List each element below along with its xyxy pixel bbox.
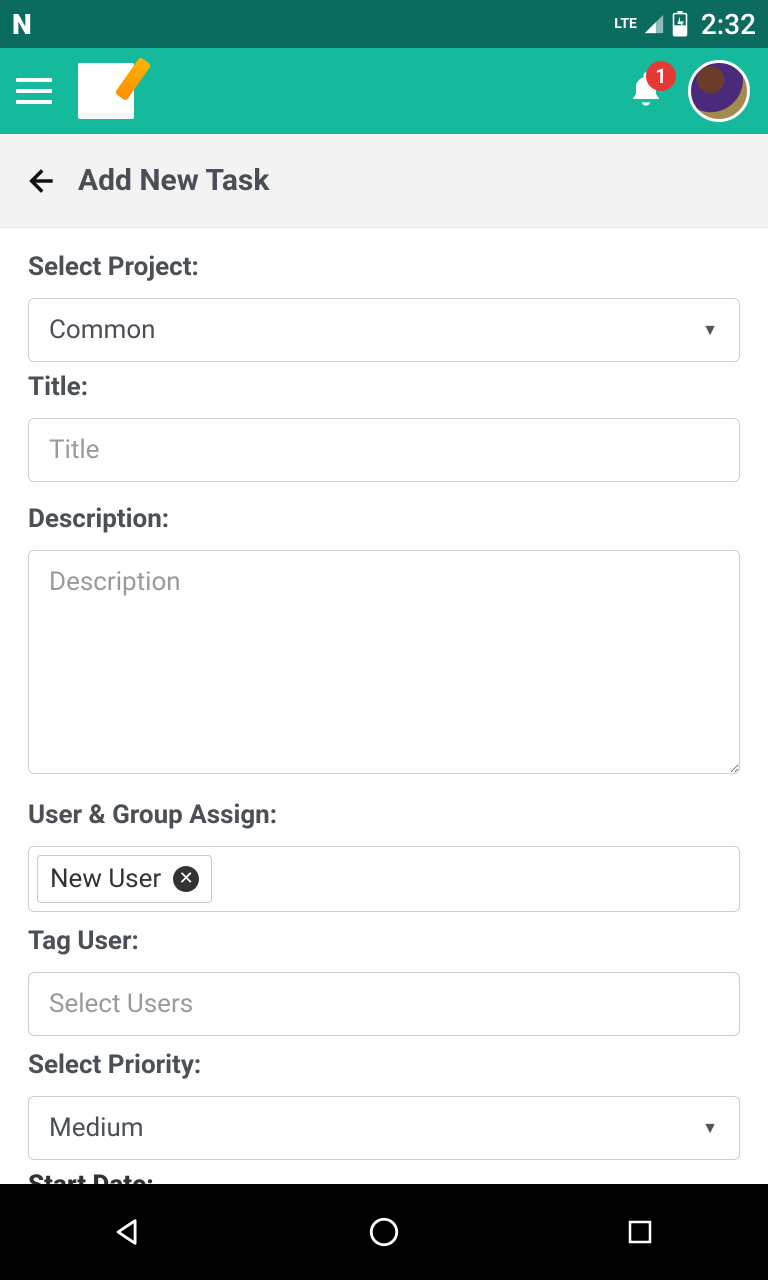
- start-date-label: Start Date:: [28, 1170, 740, 1184]
- assign-chipbox[interactable]: New User ✕: [28, 846, 740, 912]
- assign-chip[interactable]: New User ✕: [37, 855, 212, 903]
- priority-label: Select Priority:: [28, 1050, 740, 1080]
- page-header: Add New Task: [0, 134, 768, 228]
- nav-recent-button[interactable]: [580, 1202, 700, 1262]
- square-recent-icon: [625, 1217, 655, 1247]
- android-nav-bar: [0, 1184, 768, 1280]
- priority-select[interactable]: Medium: [28, 1096, 740, 1160]
- notifications-button[interactable]: 1: [626, 67, 666, 115]
- nav-back-button[interactable]: [68, 1202, 188, 1262]
- notification-badge: 1: [646, 61, 676, 91]
- project-label: Select Project:: [28, 252, 740, 282]
- description-textarea[interactable]: [28, 550, 740, 774]
- signal-icon: [643, 13, 665, 35]
- avatar[interactable]: [688, 60, 750, 122]
- assign-label: User & Group Assign:: [28, 800, 740, 830]
- assign-chip-label: New User: [50, 864, 161, 894]
- circle-home-icon: [367, 1215, 401, 1249]
- page-title: Add New Task: [78, 163, 269, 198]
- app-logo-icon[interactable]: [78, 63, 134, 119]
- network-lte-label: LTE: [614, 17, 637, 31]
- remove-chip-icon[interactable]: ✕: [173, 866, 199, 892]
- title-label: Title:: [28, 372, 740, 402]
- triangle-back-icon: [111, 1215, 145, 1249]
- tag-user-select[interactable]: Select Users: [28, 972, 740, 1036]
- nav-home-button[interactable]: [324, 1202, 444, 1262]
- description-label: Description:: [28, 504, 740, 534]
- task-form: Select Project: Common ▼ Title: Descript…: [0, 228, 768, 1184]
- android-n-icon: N: [12, 8, 31, 41]
- back-arrow-icon[interactable]: [24, 164, 58, 198]
- project-select[interactable]: Common: [28, 298, 740, 362]
- status-clock: 2:32: [701, 8, 756, 41]
- tag-label: Tag User:: [28, 926, 740, 956]
- menu-button[interactable]: [8, 65, 60, 117]
- android-status-bar: N LTE 2:32: [0, 0, 768, 48]
- battery-charging-icon: [671, 11, 689, 37]
- app-bar: 1: [0, 48, 768, 134]
- title-input[interactable]: [28, 418, 740, 482]
